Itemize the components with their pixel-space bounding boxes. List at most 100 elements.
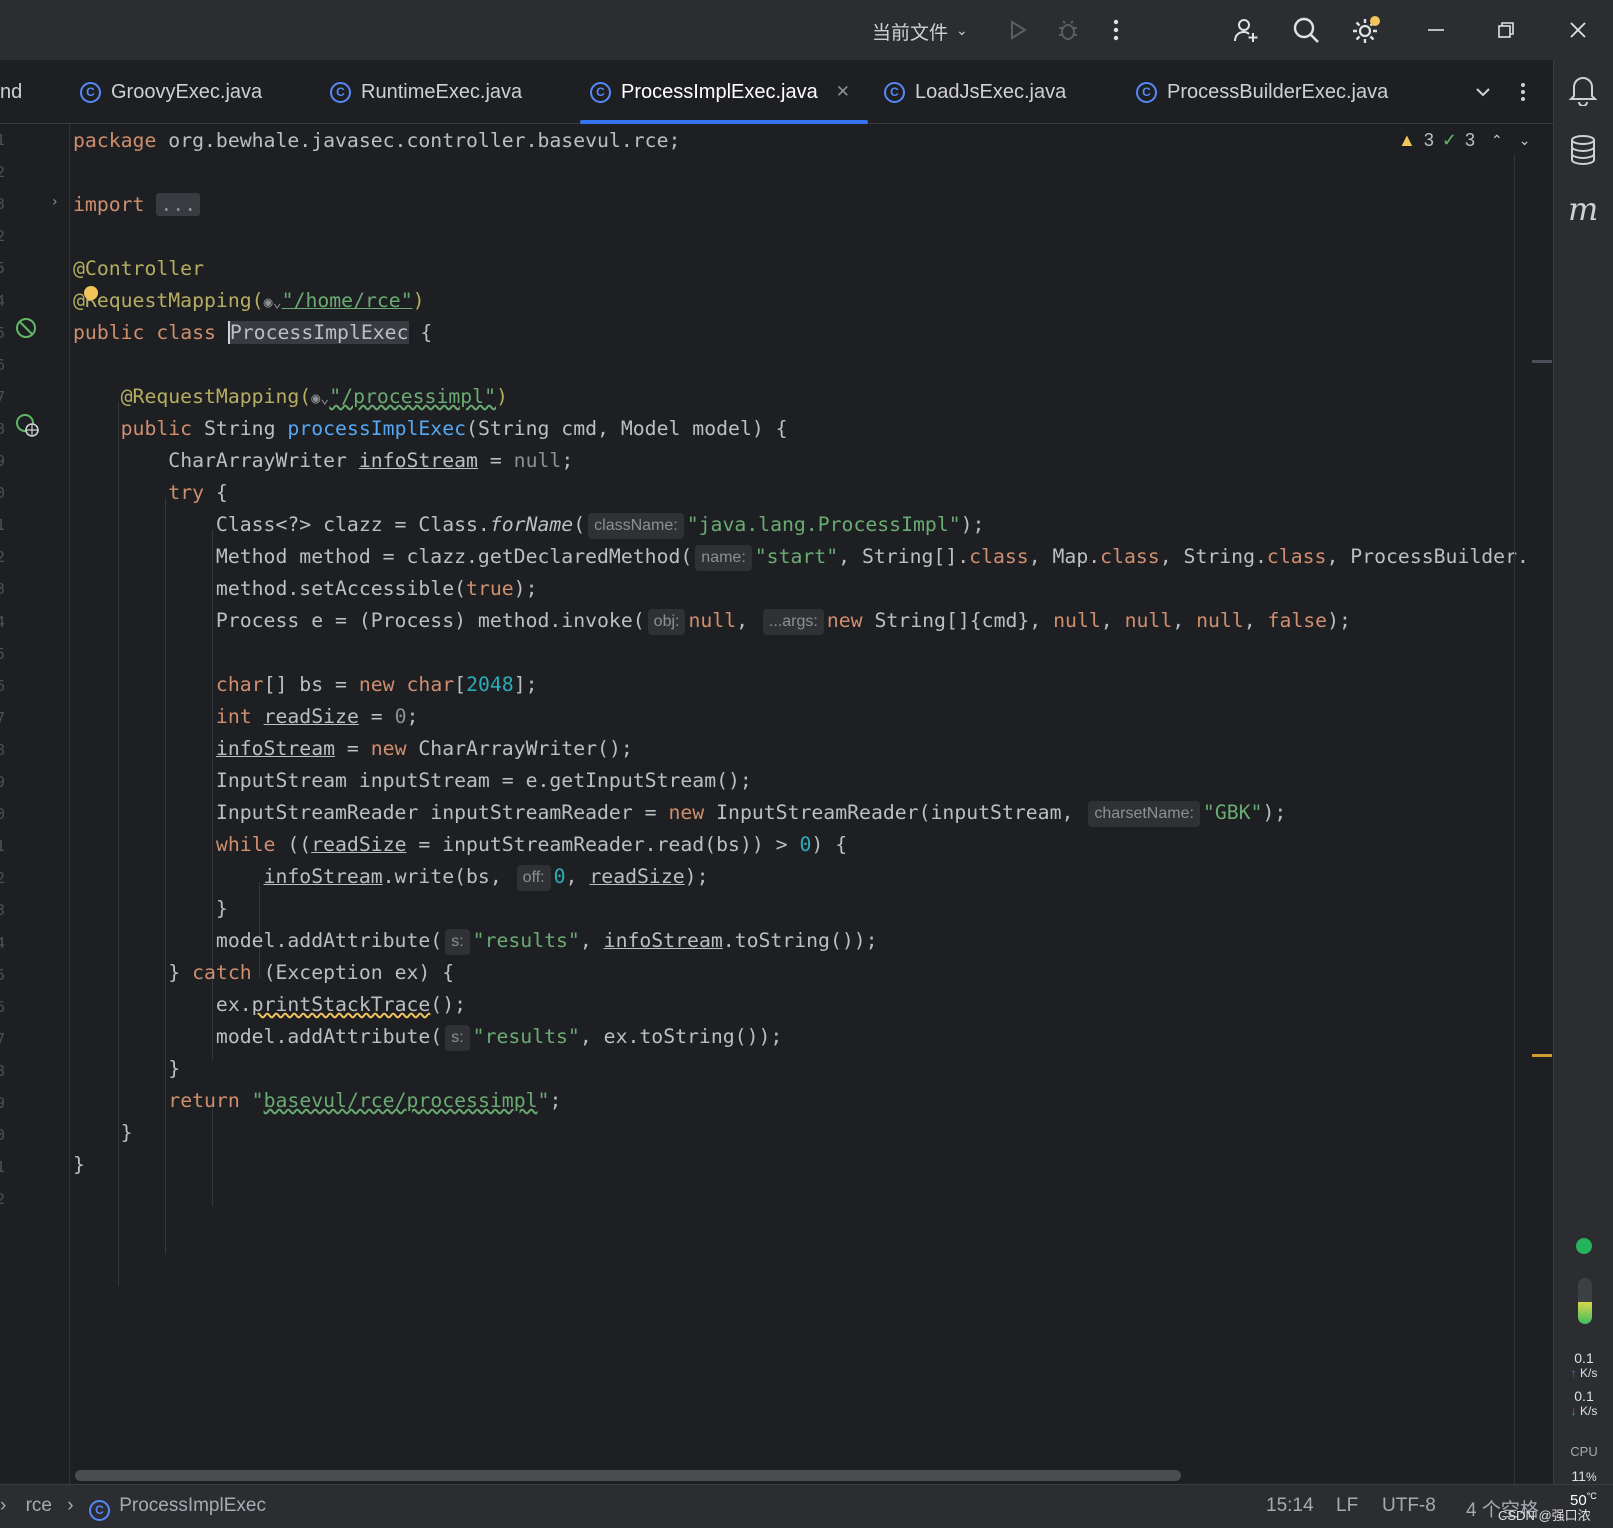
close-icon[interactable] (1562, 14, 1594, 46)
tab-groovyexec[interactable]: C GroovyExec.java (80, 60, 262, 124)
code-line: infoStream = new CharArrayWriter(); (215, 737, 633, 760)
ide-window: 当前文件 ⌄ nd C GroovyExec.java C RuntimeExe… (0, 0, 1613, 1528)
tab-label: LoadJsExec.java (915, 80, 1067, 103)
run-config-selector[interactable]: 当前文件 ⌄ (872, 16, 968, 46)
tab-list-chevron-icon[interactable] (1474, 60, 1492, 124)
tab-processimplexec[interactable]: C ProcessImplExec.java ✕ (580, 60, 868, 124)
code-line: while ((readSize = inputStreamReader.rea… (215, 833, 848, 856)
code-line: model.addAttribute(s: "results", ex.toStr… (73, 1020, 782, 1053)
line-number: 7 (0, 708, 6, 727)
right-tool-strip: m 0.1 ↑ K/s 0.1 ↓ K/s CPU 11% (1553, 60, 1613, 1484)
file-encoding[interactable]: UTF-8 (1382, 1495, 1436, 1517)
tab-more-icon[interactable] (1520, 60, 1526, 124)
param-hint: s: (445, 929, 470, 955)
title-bar: 当前文件 ⌄ (0, 0, 1613, 60)
code-line: char[] bs = new char[2048]; (215, 673, 538, 696)
tab-runtimeexec[interactable]: C RuntimeExec.java (330, 60, 522, 124)
tab-label: ProcessImplExec.java (621, 80, 818, 103)
tab-loadjsexec[interactable]: C LoadJsExec.java (884, 60, 1066, 124)
database-icon[interactable] (1569, 134, 1597, 170)
line-number: 3 (0, 580, 6, 599)
line-separator[interactable]: LF (1336, 1495, 1358, 1517)
code-line: package org.bewhale.javasec.controller.b… (73, 129, 681, 152)
inspection-widget[interactable]: ▲ 3 ✓ 3 ⌃ ⌄ (1398, 130, 1530, 151)
status-dot-icon (1576, 1238, 1592, 1254)
intention-bulb-icon[interactable] (84, 286, 98, 300)
editor-tab-bar: nd C GroovyExec.java C RuntimeExec.java … (0, 60, 1553, 124)
code-line: try { (168, 481, 228, 504)
line-number: 6 (0, 355, 6, 374)
code-line: } (168, 1057, 181, 1080)
net-up-unit: ↑ K/s (1570, 1366, 1598, 1380)
globe-icon[interactable]: ◉⌄ (264, 293, 282, 311)
chevron-up-icon[interactable]: ⌃ (1491, 132, 1503, 149)
search-icon[interactable] (1290, 14, 1322, 46)
more-icon[interactable] (1100, 14, 1132, 46)
folded-imports[interactable]: ... (156, 193, 201, 216)
spring-bean-icon[interactable] (14, 316, 38, 344)
class-icon: C (88, 1499, 110, 1521)
web-endpoint-icon[interactable] (14, 412, 40, 442)
code-line: ex.printStackTrace(); (215, 993, 467, 1016)
param-hint: className: (588, 513, 684, 539)
line-number-gutter[interactable]: 1 2 3 2 5 4 5 6 7 8 9 0 1 2 3 4 5 6 7 8 9 0 1 2 3 4 5 6 7 8 9 0 1 2 › (0, 124, 98, 1484)
horizontal-scrollbar[interactable] (75, 1470, 1181, 1481)
breadcrumb: › rce › C ProcessImplExec (0, 1495, 266, 1521)
notifications-icon[interactable] (1568, 74, 1598, 110)
code-line: CharArrayWriter infoStream = null; (168, 449, 574, 472)
debug-icon[interactable] (1052, 14, 1084, 46)
code-line: } (120, 1121, 133, 1144)
fold-chevron-icon[interactable]: › (52, 194, 58, 210)
line-number: 2 (0, 1190, 6, 1209)
param-hint: s: (445, 1025, 470, 1051)
code-line: Process e = (Process) method.invoke(obj:… (73, 604, 1351, 637)
tab-close-icon[interactable]: ✕ (836, 82, 850, 102)
code-line: InputStream inputStream = e.getInputStre… (215, 769, 752, 792)
line-number: 4 (0, 933, 6, 952)
maven-icon[interactable]: m (1568, 190, 1598, 228)
stripe-warning-mark[interactable] (1532, 1054, 1552, 1057)
indent-guide (212, 1108, 213, 1206)
param-hint: charsetName: (1088, 801, 1200, 827)
breadcrumb-item[interactable]: ProcessImplExec (119, 1495, 266, 1516)
run-config-label: 当前文件 (872, 21, 949, 44)
line-number: 9 (0, 452, 6, 470)
line-number: 1 (0, 837, 6, 856)
line-number: 3 (0, 195, 6, 214)
globe-icon[interactable]: ◉⌄ (311, 389, 329, 407)
warning-count: 3 (1423, 130, 1434, 150)
code-line: model.addAttribute(s: "results", infoStre… (73, 924, 878, 957)
param-hint: off: (516, 865, 551, 891)
code-line: @Controller (73, 257, 205, 280)
check-icon: ✓ (1441, 130, 1457, 150)
code-line: } catch (Exception ex) { (168, 961, 455, 984)
line-number: 7 (0, 1029, 6, 1048)
breadcrumb-item[interactable]: rce (26, 1495, 52, 1516)
restore-icon[interactable] (1490, 14, 1522, 46)
minimize-icon[interactable] (1420, 14, 1452, 46)
add-user-icon[interactable] (1230, 14, 1262, 46)
memory-gauge (1578, 1278, 1592, 1324)
line-number: 1 (0, 131, 6, 149)
line-number: 1 (0, 516, 6, 535)
line-number: 6 (0, 997, 6, 1016)
chevron-down-icon[interactable]: ⌄ (1519, 132, 1531, 149)
line-number: 5 (0, 323, 6, 342)
param-hint: obj: (647, 609, 686, 635)
line-number: 4 (0, 291, 6, 310)
caret-position[interactable]: 15:14 (1266, 1495, 1314, 1517)
line-number: 3 (0, 901, 6, 920)
code-editor[interactable]: package org.bewhale.javasec.controller.b… (70, 124, 1553, 1484)
param-hint: ...args: (762, 609, 824, 635)
tab-processbuilderexec[interactable]: C ProcessBuilderExec.java (1136, 60, 1388, 124)
settings-icon[interactable] (1350, 14, 1382, 46)
chevron-down-icon: ⌄ (956, 23, 968, 39)
code-line: Class<?> clazz = Class.forName(className… (73, 508, 984, 541)
line-number: 0 (0, 484, 6, 503)
line-number: 8 (0, 1061, 6, 1080)
tab-partial[interactable]: nd (0, 60, 22, 124)
run-icon[interactable] (1002, 14, 1034, 46)
stripe-mark[interactable] (1532, 360, 1552, 363)
tab-label: RuntimeExec.java (361, 80, 523, 103)
code-line: method.setAccessible(true); (215, 577, 538, 600)
